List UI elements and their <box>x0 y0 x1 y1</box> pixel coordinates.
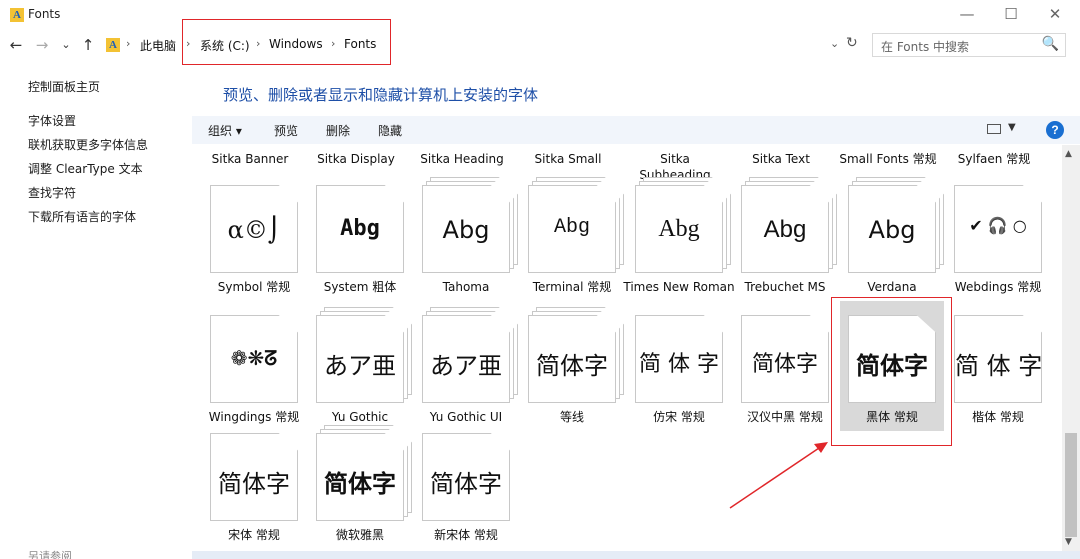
arrow-shaft <box>729 445 823 509</box>
arrow-head <box>814 442 828 453</box>
annotation-arrow <box>729 442 828 509</box>
fonts-window: A Fonts — ☐ ✕ ← → ⌄ ↑ A › 此电脑 › 系统 (C:) … <box>0 0 1080 559</box>
